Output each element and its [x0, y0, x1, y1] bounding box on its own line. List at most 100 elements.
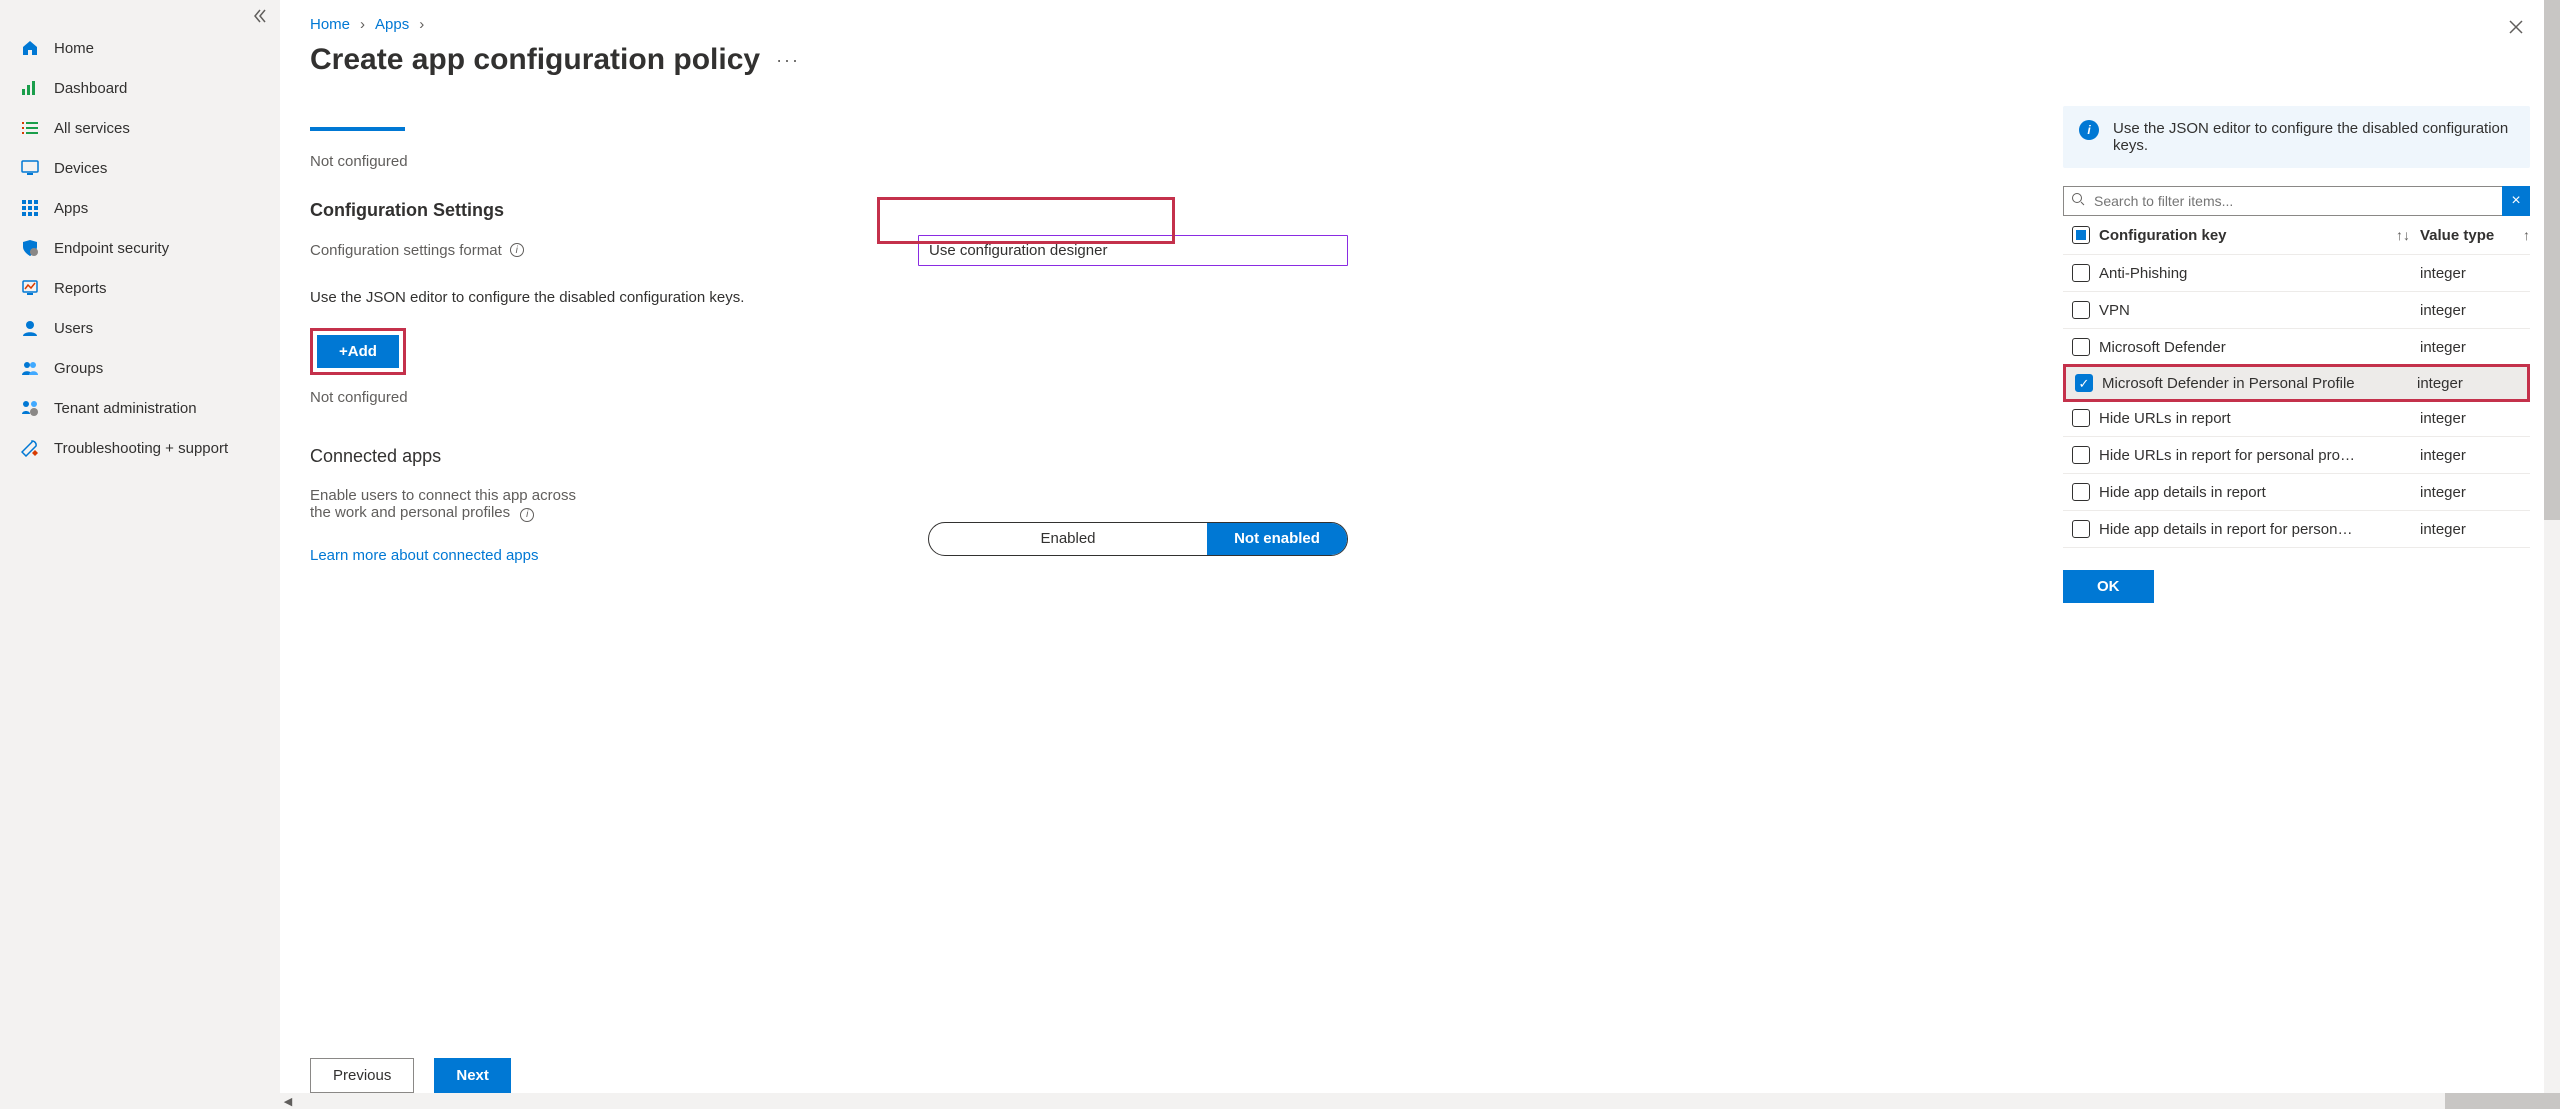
list-icon: [20, 118, 40, 138]
nav-groups[interactable]: Groups: [0, 348, 280, 388]
config-key-name: Hide URLs in report: [2099, 410, 2231, 427]
value-type: integer: [2420, 339, 2466, 356]
nav-label: Dashboard: [54, 80, 127, 97]
nav-label: Devices: [54, 160, 107, 177]
vertical-scrollbar[interactable]: [2544, 0, 2560, 1109]
config-key-row[interactable]: Anti-Phishinginteger: [2063, 255, 2530, 292]
config-key-row[interactable]: VPN integer: [2063, 292, 2530, 329]
dashboard-icon: [20, 78, 40, 98]
column-header-value[interactable]: Value type: [2420, 227, 2494, 244]
status-text: Not configured: [310, 389, 2019, 406]
config-key-row[interactable]: Microsoft Defender in Personal Profile in…: [2066, 367, 2527, 399]
config-key-row[interactable]: Microsoft Defender integer: [2063, 329, 2530, 366]
learn-more-link[interactable]: Learn more about connected apps: [310, 547, 539, 564]
info-banner-text: Use the JSON editor to configure the dis…: [2113, 120, 2514, 154]
nav-label: All services: [54, 120, 130, 137]
value-type: integer: [2420, 302, 2466, 319]
row-checkbox[interactable]: [2072, 483, 2090, 501]
json-hint-text: Use the JSON editor to configure the dis…: [310, 289, 2019, 306]
sort-icon[interactable]: ↑↓: [2396, 227, 2410, 243]
config-key-name: Hide app details in report: [2099, 484, 2266, 501]
value-type: integer: [2420, 484, 2466, 501]
config-format-select[interactable]: Use configuration designer: [918, 235, 1348, 266]
add-button[interactable]: +Add: [317, 335, 399, 368]
main-content: Home › Apps › Create app configuration p…: [280, 0, 2049, 1109]
group-icon: [20, 358, 40, 378]
row-checkbox[interactable]: [2072, 338, 2090, 356]
nav-reports[interactable]: Reports: [0, 268, 280, 308]
annotation-highlight: Microsoft Defender in Personal Profile in…: [2063, 364, 2530, 402]
row-checkbox[interactable]: [2072, 520, 2090, 538]
config-key-name: Microsoft Defender in Personal Profile: [2102, 375, 2355, 392]
nav-home[interactable]: Home: [0, 28, 280, 68]
footer-buttons: Previous Next: [310, 1058, 511, 1093]
page-title: Create app configuration policy: [310, 43, 760, 77]
config-key-name: Hide app details in report for personal …: [2099, 521, 2359, 538]
breadcrumb: Home › Apps ›: [310, 16, 2019, 33]
reports-icon: [20, 278, 40, 298]
row-checkbox[interactable]: [2072, 446, 2090, 464]
search-input[interactable]: [2063, 186, 2502, 216]
nav-label: Troubleshooting + support: [54, 440, 228, 457]
monitor-icon: [20, 158, 40, 178]
info-icon[interactable]: i: [520, 508, 534, 522]
next-button[interactable]: Next: [434, 1058, 511, 1093]
scrollbar-thumb[interactable]: [2544, 0, 2560, 520]
chevron-right-icon: ›: [360, 16, 365, 33]
nav-dashboard[interactable]: Dashboard: [0, 68, 280, 108]
segment-not-enabled[interactable]: Not enabled: [1207, 523, 1347, 555]
segment-enabled[interactable]: Enabled: [929, 523, 1207, 555]
horizontal-scrollbar[interactable]: ◀: [280, 1093, 2560, 1109]
more-actions-button[interactable]: ···: [776, 50, 800, 71]
connected-apps-description: Enable users to connect this app across …: [310, 487, 590, 522]
nav-users[interactable]: Users: [0, 308, 280, 348]
nav-label: Home: [54, 40, 94, 57]
configuration-settings-section: Configuration Settings Configuration set…: [310, 200, 2019, 267]
chevron-double-left-icon: [253, 9, 267, 23]
sort-icon[interactable]: ↑: [2523, 227, 2530, 243]
enabled-toggle[interactable]: Enabled Not enabled: [928, 522, 1348, 556]
active-tab-indicator: [310, 127, 405, 131]
breadcrumb-apps[interactable]: Apps: [375, 16, 409, 33]
config-key-row[interactable]: Hide URLs in report for personal profile…: [2063, 437, 2530, 474]
config-key-name: VPN: [2099, 302, 2130, 319]
shield-icon: [20, 238, 40, 258]
close-panel-button[interactable]: [2508, 18, 2524, 41]
breadcrumb-home[interactable]: Home: [310, 16, 350, 33]
nav-tenant-admin[interactable]: Tenant administration: [0, 388, 280, 428]
value-type: integer: [2417, 375, 2463, 392]
nav-devices[interactable]: Devices: [0, 148, 280, 188]
close-icon: [2508, 19, 2524, 35]
row-checkbox[interactable]: [2075, 374, 2093, 392]
nav-all-services[interactable]: All services: [0, 108, 280, 148]
sidebar: Home Dashboard All services Devices Apps…: [0, 0, 280, 1109]
section-heading: Configuration Settings: [310, 200, 2019, 221]
row-checkbox[interactable]: [2072, 301, 2090, 319]
config-key-row[interactable]: Hide app details in report for personal …: [2063, 511, 2530, 548]
field-label: Configuration settings format i: [310, 242, 524, 259]
config-key-row[interactable]: Hide URLs in reportinteger: [2063, 400, 2530, 437]
column-header-key[interactable]: Configuration key: [2099, 227, 2227, 244]
scrollbar-thumb[interactable]: [2445, 1093, 2560, 1109]
row-checkbox[interactable]: [2072, 409, 2090, 427]
ok-button[interactable]: OK: [2063, 570, 2154, 603]
config-key-row[interactable]: Hide app details in report integer: [2063, 474, 2530, 511]
config-key-name: Microsoft Defender: [2099, 339, 2226, 356]
info-icon[interactable]: i: [510, 243, 524, 257]
previous-button[interactable]: Previous: [310, 1058, 414, 1093]
nav-endpoint-security[interactable]: Endpoint security: [0, 228, 280, 268]
nav-apps[interactable]: Apps: [0, 188, 280, 228]
info-icon: i: [2079, 120, 2099, 140]
select-all-checkbox[interactable]: [2072, 226, 2090, 244]
user-icon: [20, 318, 40, 338]
scroll-left-arrow[interactable]: ◀: [280, 1095, 296, 1108]
configuration-keys-panel: i Use the JSON editor to configure the d…: [2049, 0, 2544, 1109]
wrench-icon: [20, 438, 40, 458]
grid-icon: [20, 198, 40, 218]
row-checkbox[interactable]: [2072, 264, 2090, 282]
nav-label: Reports: [54, 280, 107, 297]
search-clear-button[interactable]: ×: [2502, 186, 2530, 216]
collapse-sidebar-button[interactable]: [248, 4, 272, 28]
nav-troubleshooting[interactable]: Troubleshooting + support: [0, 428, 280, 468]
nav-label: Users: [54, 320, 93, 337]
